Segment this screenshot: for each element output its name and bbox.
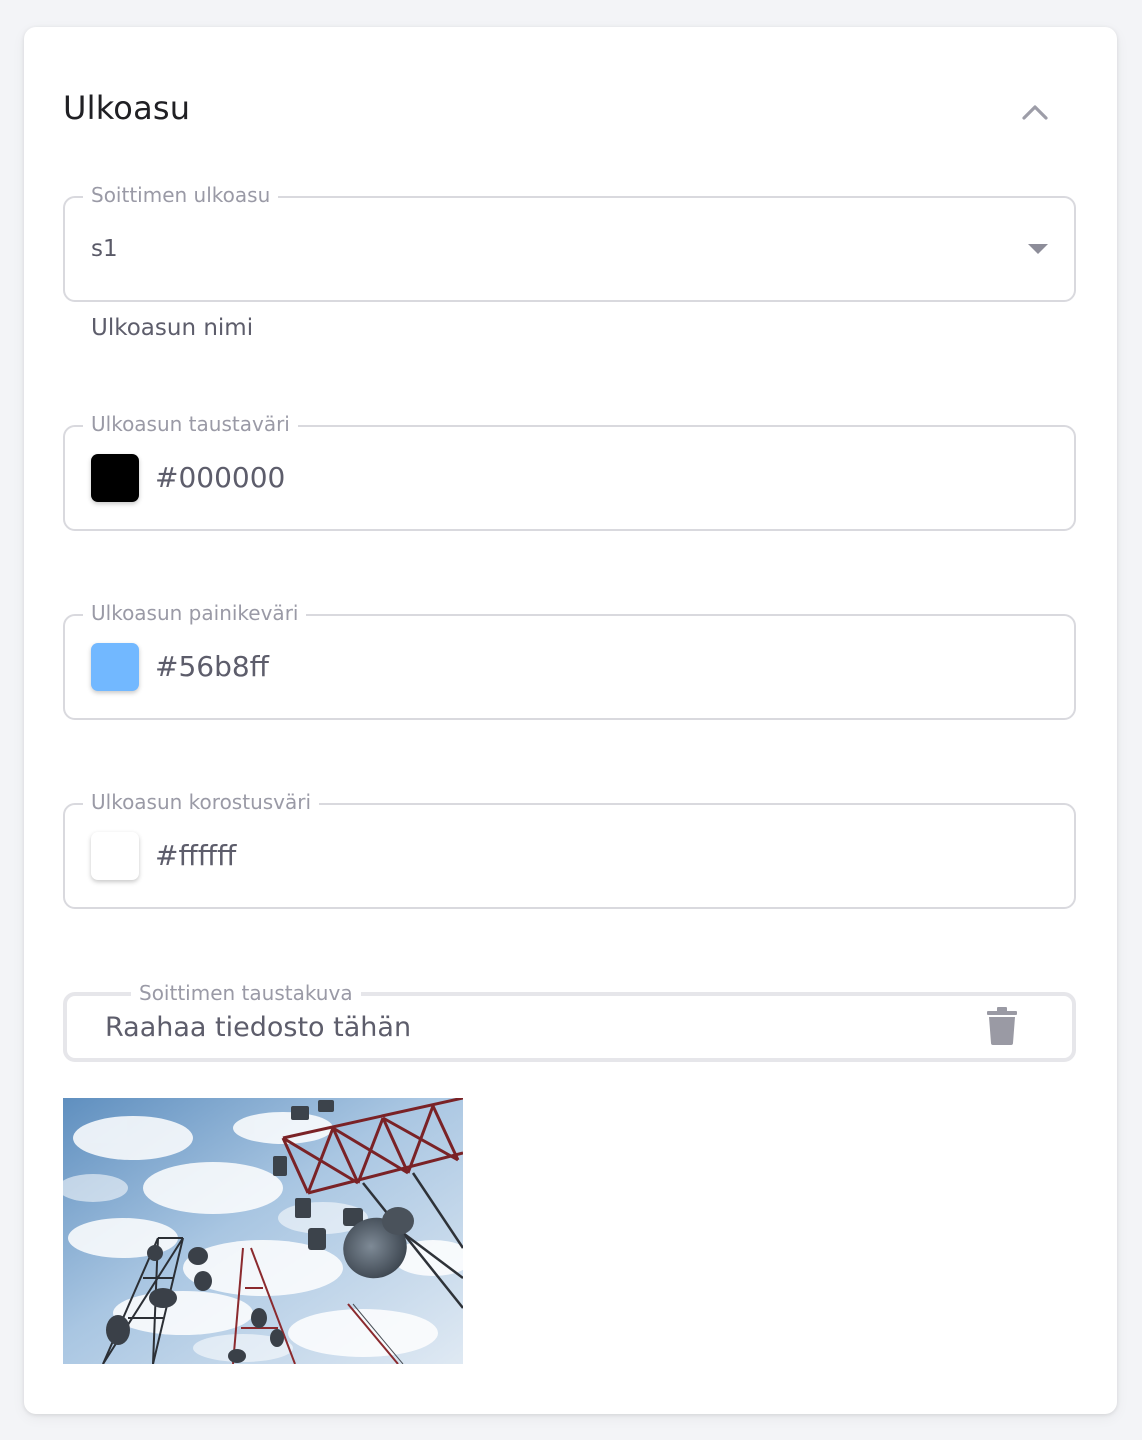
trash-icon[interactable] — [987, 1007, 1017, 1045]
highlight-color-label: Ulkoasun korostusväri — [83, 790, 320, 814]
background-image-preview — [63, 1098, 463, 1364]
background-color-swatch[interactable] — [91, 454, 139, 502]
highlight-color-input[interactable] — [155, 839, 855, 872]
button-color-swatch[interactable] — [91, 643, 139, 691]
button-color-field[interactable]: Ulkoasun painikeväri — [63, 601, 1076, 720]
background-color-input[interactable] — [155, 461, 855, 494]
appearance-card: Ulkoasu Soittimen ulkoasu s1 Ulkoasun ni… — [24, 27, 1117, 1414]
chevron-up-icon — [1022, 105, 1048, 120]
highlight-color-field[interactable]: Ulkoasun korostusväri — [63, 790, 1076, 909]
button-color-input[interactable] — [155, 650, 855, 683]
background-color-field[interactable]: Ulkoasun taustaväri — [63, 412, 1076, 531]
layout-name-helper: Ulkoasun nimi — [91, 315, 254, 341]
caret-down-icon — [1028, 244, 1048, 254]
collapse-button[interactable] — [1014, 93, 1056, 131]
section-title: Ulkoasu — [63, 89, 191, 127]
highlight-color-swatch[interactable] — [91, 832, 139, 880]
dropzone-prompt: Raahaa tiedosto tähän — [105, 1012, 412, 1043]
background-image-label: Soittimen taustakuva — [131, 982, 361, 1004]
background-color-label: Ulkoasun taustaväri — [83, 412, 298, 436]
background-image-dropzone[interactable]: Soittimen taustakuva Raahaa tiedosto täh… — [63, 982, 1076, 1062]
player-layout-value: s1 — [91, 236, 118, 262]
player-layout-select[interactable]: Soittimen ulkoasu s1 — [63, 183, 1076, 302]
button-color-label: Ulkoasun painikeväri — [83, 601, 307, 625]
player-layout-label: Soittimen ulkoasu — [83, 183, 279, 207]
